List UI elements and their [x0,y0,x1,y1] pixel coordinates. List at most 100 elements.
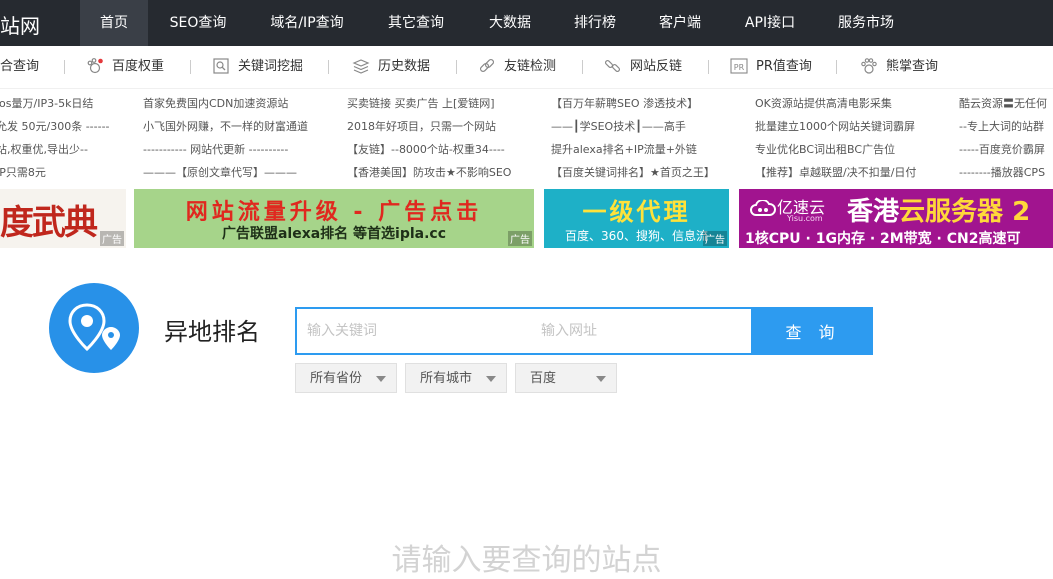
ad-link[interactable]: 【推荐】卓越联盟/决不扣量/日付 [755,161,955,184]
ad-link[interactable]: 站,权重优,导出少-- [0,138,126,161]
search-engine-select[interactable]: 百度 [515,363,617,393]
tool-comprehensive-query[interactable]: 合查询 [0,46,39,88]
banner-headline: 一级代理 [582,198,691,226]
banner-ad-cloud-server[interactable]: 亿速云 Yisu.com 香港云服务器 2 1核CPU · 1G内存 · 2M带… [739,189,1053,248]
nav-item-domain-ip[interactable]: 域名/IP查询 [257,0,357,46]
ad-column: 首家免费国内CDN加速资源站 小飞国外网赚，不一样的财富通道 ---------… [143,92,343,184]
nav-item-ranking[interactable]: 排行榜 [560,0,630,46]
nav-item-other[interactable]: 其它查询 [376,0,456,46]
nav-item-bigdata[interactable]: 大数据 [475,0,545,46]
tool-keyword-mining[interactable]: 关键词挖掘 [212,46,303,88]
url-input[interactable] [531,307,753,355]
ad-link[interactable]: 买卖链接 买卖广告 上[爱链网] [347,92,547,115]
ad-link[interactable]: 2018年好项目，只需一个网站 [347,115,547,138]
province-select[interactable]: 所有省份 [295,363,397,393]
ad-column: 【百万年薪聘SEO 渗透技术】 ——┃学SEO技术┃——高手 提升alexa排名… [551,92,751,184]
banner-subline: 1核CPU · 1G内存 · 2M带宽 · CN2高速可 [745,231,1021,247]
divider [328,60,329,74]
tool-label: 合查询 [0,59,40,74]
banner-ads: 度武典 广告 网站流量升级 - 广告点击 广告联盟alexa排名 等首选ipla… [0,189,1053,248]
province-value: 所有省份 [310,371,363,386]
ad-column: OK资源站提供高清电影采集 批量建立1000个网站关键词霸屏 专业优化BC词出租… [755,92,955,184]
nav-item-client[interactable]: 客户端 [645,0,715,46]
ad-link[interactable]: ——┃学SEO技术┃——高手 [551,115,751,138]
ad-column: 买卖链接 买卖广告 上[爱链网] 2018年好项目，只需一个网站 【友链】--8… [347,92,547,184]
nav-item-api[interactable]: API接口 [730,0,810,46]
ad-link[interactable]: IP只需8元 [0,161,126,184]
divider [190,60,191,74]
tool-label: 关键词挖掘 [238,59,304,74]
ad-link[interactable]: 【友链】--8000个站-权重34---- [347,138,547,161]
ad-link[interactable]: ———【原创文章代写】——— [143,161,343,184]
link-icon [479,58,495,72]
tool-label: 历史数据 [378,59,431,74]
tool-friend-link-check[interactable]: 友链检测 [478,46,556,88]
ad-link[interactable]: 批量建立1000个网站关键词霸屏 [755,115,955,138]
site-logo[interactable]: 站网 [0,10,40,39]
tool-baidu-weight[interactable]: 百度权重 [86,46,164,88]
ad-link[interactable]: 专业优化BC词出租BC广告位 [755,138,955,161]
tool-history-data[interactable]: 历史数据 [352,46,430,88]
empty-state-hint: 请输入要查询的站点 [391,543,662,578]
chevron-down-icon [596,376,606,382]
tool-backlinks[interactable]: 网站反链 [604,46,682,88]
location-badge [49,283,139,373]
banner-headline: 网站流量升级 - 广告点击 [185,200,483,225]
divider [64,60,65,74]
ad-link[interactable]: 允发 50元/300条 ------ [0,115,126,138]
ad-link[interactable]: 【香港美国】防攻击★不影响SEO [347,161,547,184]
chevron-down-icon [486,376,496,382]
keyword-input[interactable] [295,307,533,355]
ad-column: 酷云资源〓无任何 --专上大词的站群 -----百度竞价霸屏 --------播… [959,92,1053,184]
database-icon [352,58,370,74]
banner-headline: 香港云服务器 2 [847,191,1030,228]
nav-item-seo[interactable]: SEO查询 [158,0,238,46]
banner-ad-traffic[interactable]: 网站流量升级 - 广告点击 广告联盟alexa排名 等首选ipla.cc 广告 [134,189,534,248]
ad-link[interactable]: 提升alexa排名+IP流量+外链 [551,138,751,161]
banner-headline-b: 云服务器 2 [899,197,1031,227]
ad-link[interactable]: 小飞国外网赚，不一样的财富通道 [143,115,343,138]
divider [708,60,709,74]
banner-headline-a: 香港 [847,197,900,227]
tool-bear-paw-query[interactable]: 熊掌查询 [860,46,938,88]
banner-subline: 百度、360、搜狗、信息流 [565,229,708,243]
ad-link[interactable]: OK资源站提供高清电影采集 [755,92,955,115]
ad-tag: 广告 [100,231,124,246]
tool-label: 友链检测 [504,59,557,74]
engine-value: 百度 [530,371,557,386]
ad-link[interactable]: --------播放器CPS [959,161,1053,184]
divider [836,60,837,74]
ad-link[interactable]: -----百度竞价霸屏 [959,138,1053,161]
baidu-paw-icon [87,57,103,73]
ad-link[interactable]: --专上大词的站群 [959,115,1053,138]
banner-subline: 广告联盟alexa排名 等首选ipla.cc [221,226,447,242]
location-pin-icon [68,303,120,352]
pr-icon: PR [730,57,748,74]
ad-link[interactable]: ----------- 网站代更新 ---------- [143,138,343,161]
ad-link[interactable]: 【百万年薪聘SEO 渗透技术】 [551,92,751,115]
tool-label: 网站反链 [630,59,683,74]
divider [582,60,583,74]
ad-link[interactable]: 【百度关键词排名】★首页之王】 [551,161,751,184]
svg-text:PR: PR [734,63,745,72]
query-button[interactable]: 查 询 [753,307,873,355]
city-select[interactable]: 所有城市 [405,363,507,393]
ad-link[interactable]: ios量万/IP3-5k日结 [0,92,126,115]
top-navigation: 站网 首页 SEO查询 域名/IP查询 其它查询 大数据 排行榜 客户端 API… [0,0,1053,46]
backlink-icon [604,59,621,72]
tool-pr-query[interactable]: PR PR值查询 [730,46,812,88]
ad-link[interactable]: 酷云资源〓无任何 [959,92,1053,115]
tool-label: PR值查询 [756,59,812,74]
ad-tag: 广告 [703,231,727,246]
banner-text: 度武典 [0,203,98,243]
banner-ad-calligraphy[interactable]: 度武典 广告 [0,189,126,248]
cloud-logo-icon [750,198,776,216]
search-form: 查 询 [295,307,873,355]
city-value: 所有城市 [420,371,473,386]
nav-item-market[interactable]: 服务市场 [826,0,906,46]
bear-paw-icon [861,57,877,74]
tool-label: 百度权重 [112,59,165,74]
ad-link[interactable]: 首家免费国内CDN加速资源站 [143,92,343,115]
nav-item-home[interactable]: 首页 [80,0,148,46]
banner-ad-agent[interactable]: 一级代理 百度、360、搜狗、信息流 广告 [544,189,729,248]
